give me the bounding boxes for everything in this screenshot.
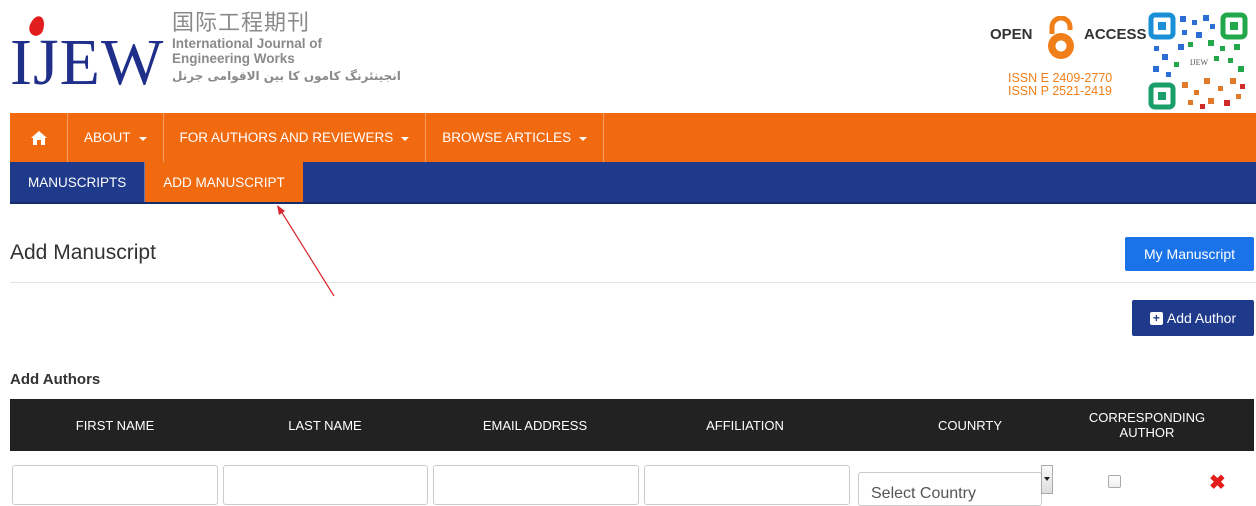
col-first-name: FIRST NAME <box>75 417 155 433</box>
affiliation-input[interactable] <box>644 465 850 505</box>
issn-info: ISSN E 2409-2770 ISSN P 2521-2419 <box>1008 72 1112 98</box>
plus-square-icon: + <box>1149 311 1163 325</box>
add-author-label: Add Author <box>1166 310 1237 326</box>
col-affiliation: AFFILIATION <box>706 417 784 433</box>
sub-nav: MANUSCRIPTS ADD MANUSCRIPT <box>10 162 1256 204</box>
add-author-button[interactable]: + Add Author <box>1132 300 1254 336</box>
site-header: IJEW 国际工程期刊 International Journal of Eng… <box>0 0 1256 113</box>
caret-down-icon <box>579 136 588 141</box>
logo-text: 国际工程期刊 International Journal of Engineer… <box>172 11 401 84</box>
nav-home[interactable] <box>10 113 68 162</box>
country-select[interactable]: Select Country <box>858 472 1042 506</box>
logo-english-line1: International Journal of <box>172 36 323 51</box>
delete-row-icon[interactable]: ✖ <box>1209 473 1226 493</box>
col-corresponding-line1: CORRESPONDING <box>1088 410 1206 425</box>
qr-center-label: IJEW <box>1190 58 1209 67</box>
issn-print: ISSN P 2521-2419 <box>1008 84 1113 98</box>
email-input[interactable] <box>433 465 639 505</box>
col-corresponding-line2: AUTHOR <box>1119 425 1175 440</box>
open-label: OPEN <box>990 26 1033 43</box>
qr-code-icon: IJEW <box>1148 12 1248 110</box>
access-label: ACCESS <box>1084 26 1147 43</box>
subnav-manuscripts[interactable]: MANUSCRIPTS <box>10 162 146 202</box>
corresponding-author-checkbox[interactable] <box>1108 475 1121 488</box>
nav-browse-articles[interactable]: BROWSE ARTICLES <box>426 113 605 162</box>
nav-about-label: ABOUT <box>84 130 131 145</box>
journal-logo[interactable]: IJEW 国际工程期刊 International Journal of Eng… <box>8 10 428 110</box>
main-nav: ABOUT FOR AUTHORS AND REVIEWERS BROWSE A… <box>10 113 1256 162</box>
country-select-value: Select Country <box>871 485 976 502</box>
col-country: COUNRTY <box>937 417 1003 433</box>
first-name-input[interactable] <box>12 465 218 505</box>
nav-for-authors-label: FOR AUTHORS AND REVIEWERS <box>179 130 394 145</box>
subnav-add-manuscript[interactable]: ADD MANUSCRIPT <box>145 162 303 202</box>
select-arrow-icon[interactable] <box>1041 465 1053 494</box>
nav-browse-label: BROWSE ARTICLES <box>442 130 572 145</box>
my-manuscript-button[interactable]: My Manuscript <box>1125 237 1254 271</box>
open-access-badge: OPEN ACCESS ISSN E 2409-2770 ISSN P 2521… <box>988 14 1147 109</box>
nav-about[interactable]: ABOUT <box>68 113 164 162</box>
section-title: Add Authors <box>10 371 101 388</box>
col-corresponding-author: CORRESPONDING AUTHOR <box>1050 399 1244 451</box>
logo-english-line2: Engineering Works <box>172 51 295 66</box>
author-row: Select Country ✖ <box>10 463 1254 506</box>
authors-table-header: FIRST NAME LAST NAME EMAIL ADDRESS AFFIL… <box>10 399 1254 451</box>
divider <box>10 282 1256 283</box>
caret-down-icon <box>401 136 410 141</box>
page-title: Add Manuscript <box>10 241 156 264</box>
last-name-input[interactable] <box>223 465 428 505</box>
nav-for-authors[interactable]: FOR AUTHORS AND REVIEWERS <box>164 113 427 162</box>
open-access-lock-icon <box>1048 16 1074 59</box>
logo-mark: IJEW <box>10 26 165 99</box>
caret-down-icon <box>138 136 147 141</box>
logo-urdu-title: انجینئرنگ کاموں کا بین الاقوامی جرنل <box>172 69 401 83</box>
home-icon <box>30 130 47 145</box>
col-last-name: LAST NAME <box>288 417 362 433</box>
col-email: EMAIL ADDRESS <box>482 417 588 433</box>
logo-chinese-title: 国际工程期刊 <box>172 11 311 36</box>
